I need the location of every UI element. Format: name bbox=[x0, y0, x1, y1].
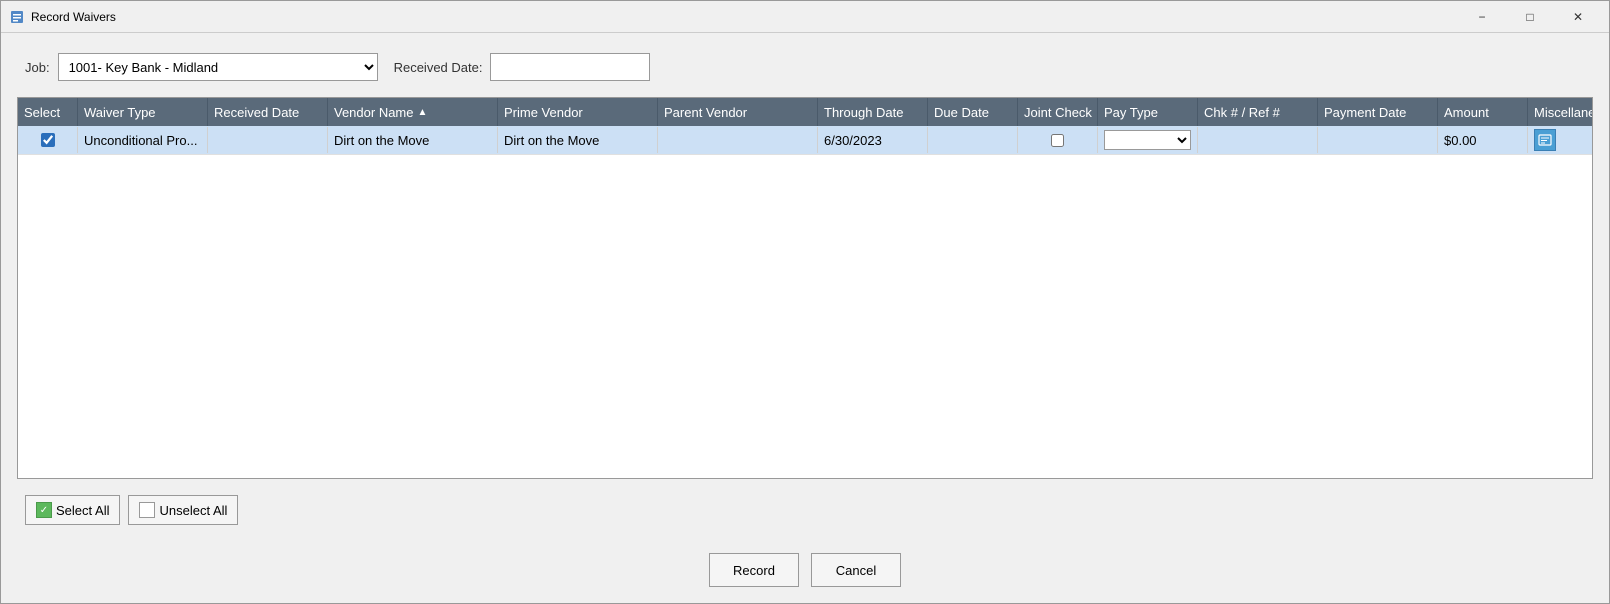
window-icon bbox=[9, 9, 25, 25]
minimize-button[interactable]: − bbox=[1459, 2, 1505, 32]
row-prime-vendor-cell: Dirt on the Move bbox=[498, 127, 658, 153]
row-misc-cell[interactable] bbox=[1528, 126, 1592, 154]
title-bar: Record Waivers − □ ✕ bbox=[1, 1, 1609, 33]
form-bar: Job: 1001- Key Bank - Midland Received D… bbox=[17, 49, 1593, 85]
main-window: Record Waivers − □ ✕ Job: 1001- Key Bank… bbox=[0, 0, 1610, 604]
col-header-received-date: Received Date bbox=[208, 98, 328, 126]
job-label: Job: bbox=[25, 60, 50, 75]
received-date-input[interactable] bbox=[490, 53, 650, 81]
col-header-due-date: Due Date bbox=[928, 98, 1018, 126]
select-all-label: Select All bbox=[56, 503, 109, 518]
col-header-through-date: Through Date bbox=[818, 98, 928, 126]
content-area: Job: 1001- Key Bank - Midland Received D… bbox=[1, 33, 1609, 545]
unselect-all-check-icon bbox=[139, 502, 155, 518]
pay-type-dropdown[interactable] bbox=[1104, 130, 1191, 150]
cancel-button[interactable]: Cancel bbox=[811, 553, 901, 587]
row-checkbox[interactable] bbox=[41, 133, 55, 147]
job-select[interactable]: 1001- Key Bank - Midland bbox=[58, 53, 378, 81]
row-prime-vendor-value: Dirt on the Move bbox=[504, 133, 599, 148]
close-button[interactable]: ✕ bbox=[1555, 2, 1601, 32]
row-vendor-name-cell: Dirt on the Move bbox=[328, 127, 498, 153]
grid-body: Unconditional Pro... Dirt on the Move Di… bbox=[18, 126, 1592, 478]
joint-check-checkbox[interactable] bbox=[1051, 134, 1064, 147]
row-through-date-cell: 6/30/2023 bbox=[818, 127, 928, 153]
row-vendor-name-value: Dirt on the Move bbox=[334, 133, 429, 148]
select-all-button[interactable]: ✓ Select All bbox=[25, 495, 120, 525]
col-header-vendor-name: Vendor Name ▲ bbox=[328, 98, 498, 126]
row-chk-ref-cell bbox=[1198, 127, 1318, 153]
row-through-date-value: 6/30/2023 bbox=[824, 133, 882, 148]
col-header-amount: Amount bbox=[1438, 98, 1528, 126]
received-date-label: Received Date: bbox=[394, 60, 483, 75]
col-header-joint-check: Joint Check bbox=[1018, 98, 1098, 126]
row-pay-type-cell[interactable] bbox=[1098, 127, 1198, 153]
window-controls: − □ ✕ bbox=[1459, 2, 1601, 32]
window-title: Record Waivers bbox=[31, 10, 1459, 24]
col-header-pay-type: Pay Type bbox=[1098, 98, 1198, 126]
row-waiver-type-cell: Unconditional Pro... bbox=[78, 127, 208, 153]
record-button[interactable]: Record bbox=[709, 553, 799, 587]
unselect-all-label: Unselect All bbox=[159, 503, 227, 518]
row-received-date-cell bbox=[208, 127, 328, 153]
col-header-select: Select bbox=[18, 98, 78, 126]
row-waiver-type-value: Unconditional Pro... bbox=[84, 133, 197, 148]
col-header-prime-vendor: Prime Vendor bbox=[498, 98, 658, 126]
row-amount-cell: $0.00 bbox=[1438, 127, 1528, 153]
col-header-waiver-type: Waiver Type bbox=[78, 98, 208, 126]
col-header-parent-vendor: Parent Vendor bbox=[658, 98, 818, 126]
unselect-all-button[interactable]: Unselect All bbox=[128, 495, 238, 525]
received-date-field-group: Received Date: bbox=[394, 53, 651, 81]
row-amount-value: $0.00 bbox=[1444, 133, 1477, 148]
vendor-name-sort-icon: ▲ bbox=[418, 107, 428, 118]
row-payment-date-cell bbox=[1318, 127, 1438, 153]
footer-buttons: Record Cancel bbox=[1, 545, 1609, 603]
grid-header: Select Waiver Type Received Date Vendor … bbox=[18, 98, 1592, 126]
col-header-miscellaneous: Miscellaneous bbox=[1528, 98, 1593, 126]
row-due-date-cell bbox=[928, 127, 1018, 153]
col-header-payment-date: Payment Date bbox=[1318, 98, 1438, 126]
data-grid: Select Waiver Type Received Date Vendor … bbox=[17, 97, 1593, 479]
select-all-check-icon: ✓ bbox=[36, 502, 52, 518]
maximize-button[interactable]: □ bbox=[1507, 2, 1553, 32]
bottom-actions-bar: ✓ Select All Unselect All bbox=[17, 491, 1593, 529]
row-select-cell[interactable] bbox=[18, 127, 78, 153]
col-header-chk-ref: Chk # / Ref # bbox=[1198, 98, 1318, 126]
table-row: Unconditional Pro... Dirt on the Move Di… bbox=[18, 126, 1592, 155]
row-parent-vendor-cell bbox=[658, 127, 818, 153]
row-joint-check-cell[interactable] bbox=[1018, 127, 1098, 153]
job-field-group: Job: 1001- Key Bank - Midland bbox=[25, 53, 378, 81]
misc-icon-button[interactable] bbox=[1534, 129, 1556, 151]
